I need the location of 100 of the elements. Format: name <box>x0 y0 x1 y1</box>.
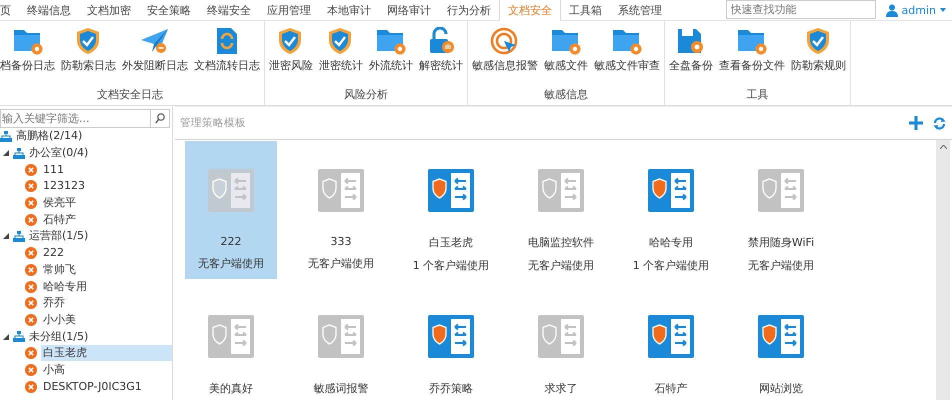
offline-icon <box>25 164 37 176</box>
offline-icon <box>25 297 37 310</box>
policy-icon <box>428 315 474 358</box>
tree-item[interactable]: 高鹏格(2/14) <box>16 128 82 144</box>
group-title: 敏感信息 <box>544 87 588 103</box>
menu-tab[interactable]: 文档加密 <box>79 0 139 20</box>
folder-icon <box>376 27 406 55</box>
offline-icon <box>25 280 37 293</box>
offline-icon <box>25 347 37 360</box>
caret-icon <box>940 8 946 12</box>
policy-icon <box>318 169 364 212</box>
menu-tab[interactable]: 终端安全 <box>199 0 259 20</box>
ribbon-button[interactable]: 防勒索日志 <box>61 21 116 87</box>
ribbon-button[interactable]: 防勒索规则 <box>791 21 846 87</box>
tree-item[interactable]: 白玉老虎 <box>41 345 172 362</box>
tree-item[interactable]: 111 <box>41 162 66 178</box>
tree-item[interactable]: 222 <box>41 245 66 262</box>
policy-icon <box>648 315 694 358</box>
policy-icon <box>758 169 804 212</box>
menu-tab[interactable]: 本地审计 <box>319 0 379 20</box>
menu-tab[interactable]: 应用管理 <box>259 0 319 20</box>
paper-plane-icon <box>140 27 170 55</box>
offline-icon <box>25 214 37 226</box>
template-card[interactable]: 电脑监控软件 无客户端使用 <box>515 141 607 279</box>
scroll-up-icon[interactable] <box>940 145 946 149</box>
tree-item[interactable]: 哈哈专用 <box>41 278 89 295</box>
expander-icon[interactable] <box>3 150 9 156</box>
scrollbar[interactable] <box>936 140 950 400</box>
ribbon-button[interactable]: 外发阻断日志 <box>122 21 188 87</box>
ribbon-button[interactable]: 敏感文件审查 <box>594 21 660 87</box>
policy-icon <box>318 315 364 358</box>
template-card[interactable]: 求求了 <box>515 287 607 400</box>
search-icon[interactable] <box>151 109 170 128</box>
menu-tab[interactable]: 行为分析 <box>439 0 499 20</box>
ribbon-button[interactable]: 解密统计 <box>419 21 463 87</box>
menu-tab[interactable]: 工具箱 <box>561 0 610 20</box>
template-card[interactable]: 333 无客户端使用 <box>295 141 387 279</box>
template-card[interactable]: 白玉老虎 1 个客户端使用 <box>405 141 497 279</box>
template-card[interactable]: 网站浏览 <box>735 287 827 400</box>
policy-icon <box>428 169 474 212</box>
floppy-disk-icon <box>676 27 706 55</box>
offline-icon <box>25 247 37 260</box>
menu-tab[interactable]: 网络审计 <box>379 0 439 20</box>
group-title: 文档安全日志 <box>97 87 163 103</box>
org-chart-icon <box>13 230 25 242</box>
template-card[interactable]: 222 无客户端使用 <box>185 141 277 279</box>
policy-icon <box>538 169 584 212</box>
tree-item[interactable]: 未分组(1/5) <box>29 328 88 345</box>
filter-field[interactable]: 输入关键字筛选... <box>0 109 151 128</box>
offline-icon <box>25 364 37 376</box>
tree-item[interactable]: DESKTOP-J0IC3G1 <box>41 378 144 395</box>
template-card[interactable]: 敏感词报警 <box>295 287 387 400</box>
menu-tab[interactable]: 页 <box>0 0 19 20</box>
user-menu[interactable]: admin <box>876 0 952 20</box>
org-chart-icon <box>13 331 25 342</box>
group-title: 风险分析 <box>344 87 388 103</box>
tree-item[interactable]: 小高 <box>41 362 67 378</box>
ribbon-button[interactable]: 泄密统计 <box>319 21 363 87</box>
offline-icon <box>25 314 37 326</box>
tree-item[interactable]: 常帅飞 <box>41 262 78 278</box>
menu-tab[interactable]: 系统管理 <box>610 0 670 20</box>
ribbon-button[interactable]: 文档流转日志 <box>194 21 260 87</box>
group-title: 工具 <box>746 87 768 103</box>
ribbon-button[interactable]: 外流统计 <box>369 21 413 87</box>
template-card[interactable]: 哈哈专用 1 个客户端使用 <box>625 141 717 279</box>
template-card[interactable]: 乔乔策略 <box>405 287 497 400</box>
ribbon-button[interactable]: 查看备份文件 <box>719 21 785 87</box>
panel-title: 管理策略模板 <box>180 116 247 130</box>
template-card[interactable]: 石特产 <box>625 287 717 400</box>
folder-icon <box>12 27 42 55</box>
offline-icon <box>25 380 37 393</box>
org-chart-icon <box>0 130 12 142</box>
org-chart-icon <box>13 148 25 159</box>
offline-icon <box>25 180 37 192</box>
tree-item[interactable]: 石特产 <box>41 212 78 228</box>
user-icon <box>886 4 898 16</box>
policy-icon <box>208 315 254 358</box>
expander-icon[interactable] <box>3 334 9 340</box>
tree-item[interactable]: 运营部(1/5) <box>29 228 88 244</box>
ribbon-button[interactable]: 敏感信息报警 <box>472 21 538 87</box>
menu-tab[interactable]: 终端信息 <box>19 0 79 20</box>
expander-icon[interactable] <box>3 233 9 240</box>
tree-item[interactable]: 小小美 <box>41 312 78 328</box>
ribbon-button[interactable]: 全盘备份 <box>669 21 713 87</box>
policy-icon <box>648 169 694 212</box>
ribbon-button[interactable]: 敏感文件 <box>544 21 588 87</box>
menu-tab[interactable]: 安全策略 <box>139 0 199 20</box>
tree-item[interactable]: 办公室(0/4) <box>29 145 88 162</box>
policy-icon <box>538 315 584 358</box>
folder-icon <box>612 27 642 55</box>
template-card[interactable]: 禁用随身WiFi 无客户端使用 <box>735 141 827 279</box>
tree-item[interactable]: 123123 <box>41 178 87 194</box>
ribbon-button[interactable]: 档备份日志 <box>0 21 55 87</box>
refresh-icon[interactable] <box>933 116 946 130</box>
search-field[interactable]: 快速查找功能 <box>726 0 876 19</box>
tree-item[interactable]: 乔乔 <box>41 295 67 312</box>
add-icon[interactable] <box>909 116 923 130</box>
template-card[interactable]: 美的真好 <box>185 287 277 400</box>
tree-item[interactable]: 侯亮平 <box>41 195 78 212</box>
ribbon-button[interactable]: 泄密风险 <box>269 21 313 87</box>
